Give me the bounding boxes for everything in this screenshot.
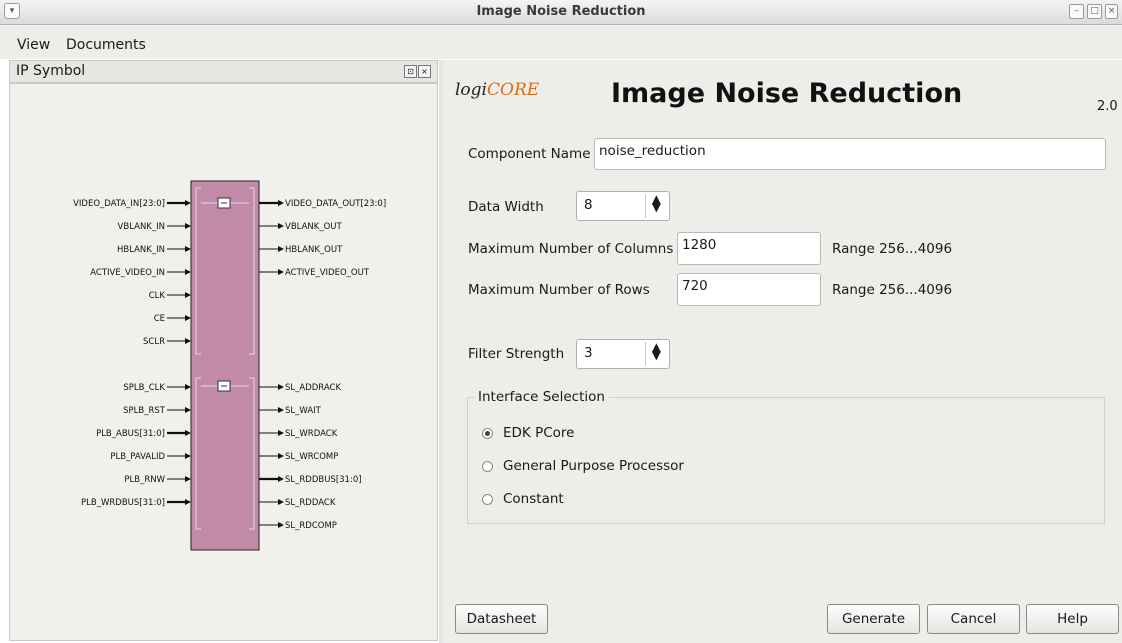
pin-arrow [185,315,191,321]
pin-arrow [278,476,284,482]
filter-strength-label: Filter Strength [468,346,565,362]
radio-general-purpose-processor-label[interactable]: General Purpose Processor [503,458,684,474]
pin-label: CE [154,314,165,324]
menu-view[interactable]: View [17,37,50,53]
pin-arrow [278,522,284,528]
pin-arrow [278,223,284,229]
max-columns-label: Maximum Number of Columns [468,241,674,257]
updown-icon: ▲ ▼ [651,192,661,214]
pin-label: SL_ADDRACK [285,383,341,393]
pin-label: PLB_PAVALID [110,452,165,462]
filter-strength-select[interactable]: 3 ▲ ▼ [576,339,670,369]
max-rows-input[interactable]: 720 [677,273,821,306]
pin-label: VBLANK_OUT [285,222,342,232]
help-button[interactable]: Help [1026,604,1119,634]
radio-constant[interactable] [482,494,493,505]
datasheet-button[interactable]: Datasheet [455,604,548,634]
pin-arrow [278,246,284,252]
pin-arrow [185,430,191,436]
pin-label: PLB_WRDBUS[31:0] [81,498,165,508]
pin-label: SL_WRCOMP [285,452,338,462]
radio-general-purpose-processor[interactable] [482,461,493,472]
data-width-select[interactable]: 8 ▲ ▼ [576,191,670,221]
pin-arrow [185,200,191,206]
ip-symbol-diagram: VIDEO_DATA_IN[23:0] VBLANK_IN HBLANK_IN ACT… [73,180,386,551]
pin-arrow [185,338,191,344]
component-name-label: Component Name [468,146,591,162]
pin-arrow [278,453,284,459]
menu-documents[interactable]: Documents [66,37,146,53]
menu-bar: View Documents [0,25,1122,59]
pin-label: SPLB_RST [123,406,166,416]
radio-edk-pcore-label[interactable]: EDK PCore [503,425,574,441]
pin-arrow [185,246,191,252]
pin-label: SCLR [143,337,165,347]
pin-arrow [278,430,284,436]
maximize-icon[interactable]: □ [1087,4,1102,19]
logicore-logo: logiCORE [455,80,540,100]
pin-arrow [185,223,191,229]
ip-symbol-title: IP Symbol [16,63,86,79]
cancel-button[interactable]: Cancel [927,604,1020,634]
pin-label: SL_RDDBUS[31:0] [285,475,362,485]
pin-arrow [278,384,284,390]
pin-label: ACTIVE_VIDEO_IN [90,268,165,278]
data-width-label: Data Width [468,199,544,215]
ip-symbol-canvas: VIDEO_DATA_IN[23:0] VBLANK_IN HBLANK_IN ACT… [9,83,438,641]
pin-arrow [185,269,191,275]
pin-label: SL_RDCOMP [285,521,337,531]
pin-arrow [185,453,191,459]
pin-label: SL_RDDACK [285,498,336,508]
pin-label: CLK [149,291,166,301]
pin-arrow [185,384,191,390]
pin-label: VIDEO_DATA_OUT[23:0] [285,199,386,209]
max-columns-input[interactable]: 1280 [677,232,821,265]
updown-icon: ▲ ▼ [651,340,661,362]
title-bar: ▾ Image Noise Reduction – □ × [0,0,1122,25]
pin-arrow [185,292,191,298]
pin-label: PLB_RNW [124,475,165,485]
close-icon[interactable]: × [1105,4,1118,19]
page-heading: Image Noise Reduction [611,78,963,109]
version-label: 2.0 [1097,99,1118,114]
max-rows-label: Maximum Number of Rows [468,282,650,298]
pin-arrow [278,269,284,275]
ip-core-block [190,180,260,551]
minimize-icon[interactable]: – [1069,4,1084,19]
pin-label: PLB_ABUS[31:0] [96,429,165,439]
pin-arrow [185,499,191,505]
window-title: Image Noise Reduction [476,4,646,19]
ip-symbol-panel-header: IP Symbol ⊡ × [9,60,438,83]
pin-label: HBLANK_IN [117,245,165,255]
pin-label: SL_WAIT [285,406,322,416]
pin-label: HBLANK_OUT [285,245,343,255]
pin-arrow [278,407,284,413]
pin-label: VBLANK_IN [118,222,165,232]
pin-arrow [185,407,191,413]
pin-label: ACTIVE_VIDEO_OUT [285,268,370,278]
interface-selection-title: Interface Selection [474,389,609,405]
max-columns-range: Range 256...4096 [832,241,953,257]
pin-arrow [278,200,284,206]
radio-constant-label[interactable]: Constant [503,491,564,507]
pin-arrow [185,476,191,482]
undock-icon[interactable]: ⊡ [404,65,417,78]
max-rows-range: Range 256...4096 [832,282,953,298]
pin-arrow [278,499,284,505]
pin-label: SPLB_CLK [123,383,165,393]
panel-close-icon[interactable]: × [418,65,431,78]
generate-button[interactable]: Generate [827,604,920,634]
component-name-input[interactable]: noise_reduction [594,138,1106,170]
radio-edk-pcore[interactable] [482,428,493,439]
pin-label: SL_WRDACK [285,429,338,439]
pin-label: VIDEO_DATA_IN[23:0] [73,199,165,209]
